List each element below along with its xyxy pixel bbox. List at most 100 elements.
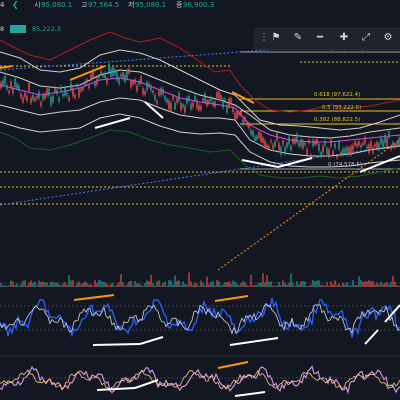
candle-body — [292, 138, 294, 144]
candle-body — [70, 82, 72, 90]
candle-body — [124, 74, 126, 83]
candle-body — [204, 93, 206, 103]
candle-body — [332, 151, 334, 156]
volume-bar — [4, 285, 6, 287]
volume-bar — [6, 285, 8, 287]
expand-icon[interactable]: ⤢ — [359, 31, 373, 45]
volume-bar — [194, 282, 196, 287]
volume-bar — [236, 283, 238, 287]
candle-body — [366, 146, 368, 149]
candle-body — [358, 141, 360, 146]
candle-body — [198, 105, 200, 111]
volume-bar — [126, 284, 128, 287]
candle-body — [188, 96, 190, 101]
fib-label-5: 0.5 (93,222.5) — [322, 105, 361, 111]
candle-body — [190, 103, 192, 110]
volume-bar — [308, 285, 310, 287]
osc-divergence-line — [214, 295, 249, 302]
volume-bar — [192, 285, 194, 287]
candle-body — [210, 97, 212, 102]
candle-body — [268, 145, 270, 149]
volume-bar — [120, 274, 122, 287]
volume-bar — [306, 285, 308, 287]
candle-body — [300, 139, 302, 147]
candle-body — [180, 103, 182, 111]
volume-bar — [272, 285, 274, 287]
candle-body — [174, 103, 176, 110]
candle-body — [78, 89, 80, 97]
volume-bar — [98, 280, 100, 287]
brush-icon[interactable]: ✎ — [291, 31, 305, 45]
candle-body — [280, 147, 282, 155]
volume-bar — [58, 284, 60, 287]
volume-bar — [356, 285, 358, 287]
candle-body — [398, 137, 400, 146]
candle-body — [110, 68, 112, 78]
candle-body — [68, 96, 70, 101]
candle-body — [60, 86, 62, 91]
settings-icon[interactable]: ⚙ — [381, 31, 395, 45]
candle-body — [274, 141, 276, 147]
volume-bar — [202, 283, 204, 287]
volume-bar — [162, 282, 164, 287]
volume-bar — [20, 283, 22, 287]
osc-divergence-line — [364, 329, 379, 345]
flag-icon[interactable]: ⚑ — [269, 31, 283, 45]
volume-bar — [142, 285, 144, 287]
swing-high-line — [69, 65, 106, 81]
candle-body — [186, 97, 188, 104]
volume-bar — [372, 281, 374, 287]
candle-body — [230, 98, 232, 105]
candle-body — [356, 143, 358, 147]
volume-bar — [32, 282, 34, 287]
candle-body — [104, 73, 106, 78]
candle-body — [82, 87, 84, 91]
price-chart[interactable]: 1 (111,866.4) 0.618 (97,622.4) 0.5 (93,2… — [0, 0, 400, 400]
volume-bar — [68, 275, 70, 287]
volume-bar — [76, 283, 78, 287]
volume-bar — [70, 280, 72, 287]
candle-body — [222, 98, 224, 108]
volume-bar — [174, 275, 176, 287]
candle-body — [272, 144, 274, 150]
candle-body — [12, 87, 14, 94]
volume-bar — [8, 285, 10, 287]
candle-body — [158, 90, 160, 96]
volume-bar — [388, 284, 390, 287]
candle-body — [228, 98, 230, 107]
candle-body — [384, 134, 386, 144]
volume-bar — [382, 284, 384, 287]
volume-bar — [346, 282, 348, 287]
candle-body — [50, 96, 52, 106]
volume-bar — [30, 280, 32, 287]
volume-bar — [256, 284, 258, 287]
candle-body — [64, 87, 66, 96]
hline-icon[interactable]: ━ — [313, 31, 327, 45]
candle-body — [160, 88, 162, 96]
volume-bar — [216, 280, 218, 287]
candle-body — [392, 142, 394, 147]
volume-bar — [90, 284, 92, 287]
volume-bar — [0, 283, 2, 287]
candle-body — [330, 139, 332, 147]
volume-bar — [246, 284, 248, 287]
candle-body — [126, 70, 128, 79]
candle-body — [138, 81, 140, 85]
volume-bar — [300, 281, 302, 287]
candle-body — [108, 63, 110, 73]
volume-bar — [24, 280, 26, 287]
candle-body — [368, 144, 370, 153]
volume-bar — [268, 281, 270, 287]
cross-icon[interactable]: ✚ — [337, 31, 351, 45]
volume-bar — [314, 281, 316, 287]
volume-bar — [332, 284, 334, 287]
volume-bar — [262, 273, 264, 287]
volume-bar — [130, 280, 132, 287]
candle-body — [310, 154, 312, 157]
candle-body — [240, 111, 242, 116]
candle-body — [30, 97, 32, 104]
volume-bar — [260, 282, 262, 287]
osc2-divergence-line — [134, 379, 159, 389]
candle-body — [148, 83, 150, 87]
candle-body — [276, 132, 278, 141]
